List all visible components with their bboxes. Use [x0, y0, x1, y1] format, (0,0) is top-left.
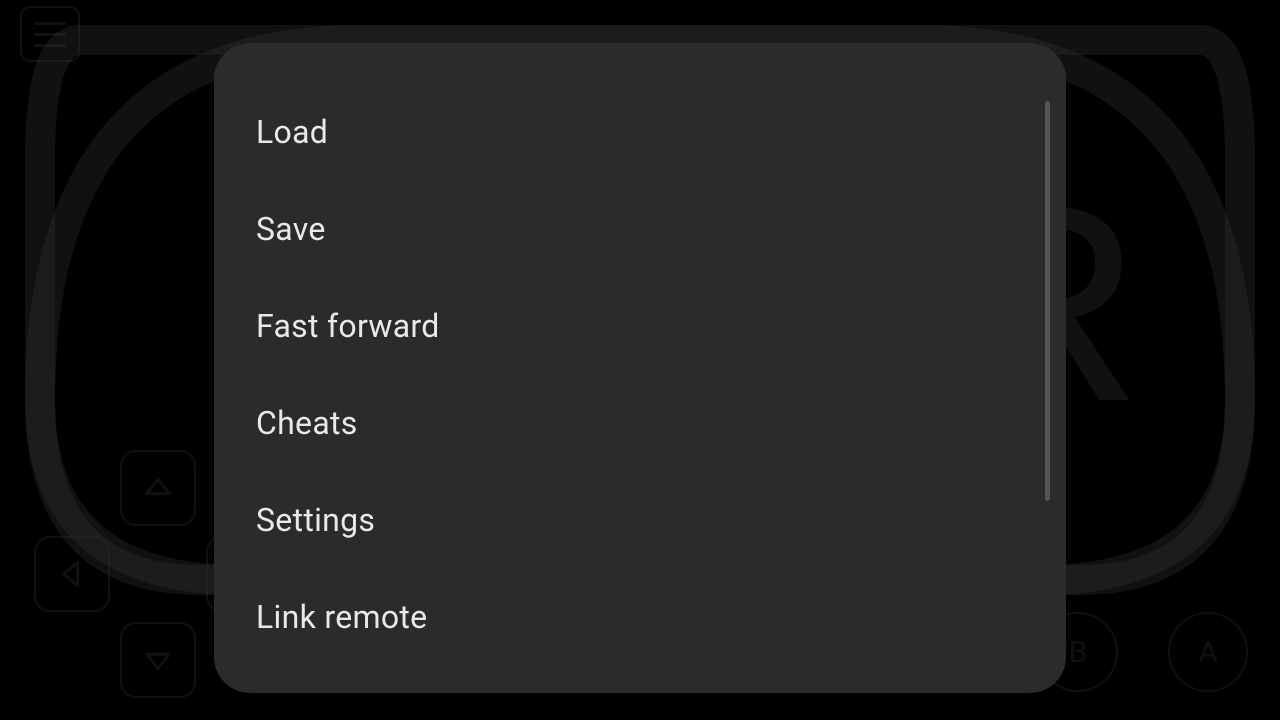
- dpad-down-button[interactable]: [120, 622, 196, 698]
- options-menu-list[interactable]: Load Save Fast forward Cheats Settings L…: [214, 43, 1066, 693]
- dpad-left-button[interactable]: [34, 536, 110, 612]
- menu-item-label: Save: [256, 210, 326, 248]
- menu-item-label: Link remote: [256, 598, 427, 636]
- menu-item-cheats[interactable]: Cheats: [254, 374, 1066, 471]
- menu-item-settings[interactable]: Settings: [254, 471, 1066, 568]
- r-shoulder-button[interactable]: R: [0, 62, 128, 124]
- menu-item-label: Fast forward: [256, 307, 440, 345]
- menu-item-fast-forward[interactable]: Fast forward: [254, 277, 1066, 374]
- menu-item-label: Cheats: [256, 404, 358, 442]
- menu-item-label: Settings: [256, 501, 375, 539]
- menu-item-label: Load: [256, 113, 328, 151]
- menu-item-load[interactable]: Load: [254, 83, 1066, 180]
- menu-item-save[interactable]: Save: [254, 180, 1066, 277]
- scrollbar[interactable]: [1045, 101, 1050, 501]
- menu-item-link-remote[interactable]: Link remote: [254, 568, 1066, 665]
- options-menu: Load Save Fast forward Cheats Settings L…: [214, 43, 1066, 693]
- dpad-up-button[interactable]: [120, 450, 196, 526]
- a-button[interactable]: A: [1168, 612, 1248, 692]
- b-button-label: B: [1069, 635, 1088, 670]
- a-button-label: A: [1198, 635, 1218, 670]
